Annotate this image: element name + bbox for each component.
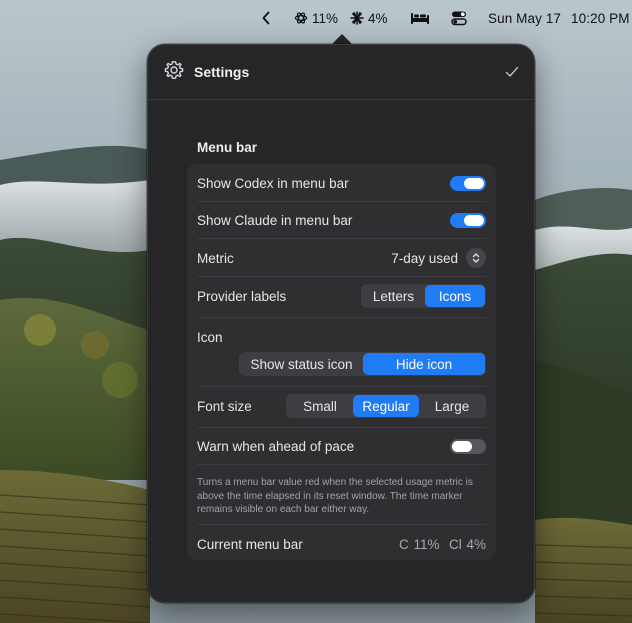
menubar-time: 10:20 PM [571,10,630,26]
icon-segmented-control: Show status icon Hide icon [239,352,486,376]
codex-percent: 11% [312,10,339,26]
popover-title: Settings [194,64,250,80]
row-warn-pace: Warn when ahead of pace [197,434,486,458]
segment-regular[interactable]: Regular [353,395,419,417]
icon-label: Icon [197,329,223,345]
segment-hide-icon[interactable]: Hide icon [363,353,485,375]
settings-popover: Settings Menu bar Show Codex in menu bar… [147,44,535,603]
show-claude-label: Show Claude in menu bar [197,212,353,228]
codex-status-item[interactable]: 11% [294,0,338,36]
menubar-date: Sun May 17 [488,10,562,26]
menu-bar-settings-group: Show Codex in menu bar Show Claude in me… [187,164,496,560]
segment-icons[interactable]: Icons [425,285,485,307]
provider-labels-segmented-control: Letters Icons [361,284,486,308]
warn-pace-help-text: Turns a menu bar value red when the sele… [197,477,473,515]
divider [197,427,486,428]
divider [197,317,486,318]
segment-letters[interactable]: Letters [362,285,425,307]
claude-icon [350,11,364,25]
row-metric: Metric 7-day used [197,245,486,271]
divider [197,386,486,387]
segment-show-status-icon[interactable]: Show status icon [240,353,363,375]
font-size-label: Font size [197,398,252,414]
current-menu-bar-label: Current menu bar [197,536,303,552]
menubar-clock[interactable]: Sun May 17 10:20 PM [488,0,630,36]
popover-arrow [332,34,352,44]
bed-icon[interactable] [410,0,430,36]
row-show-claude: Show Claude in menu bar [197,208,486,232]
warn-pace-label: Warn when ahead of pace [197,438,355,454]
codex-icon [294,11,308,25]
show-claude-toggle[interactable] [450,212,486,228]
provider-labels-label: Provider labels [197,288,287,304]
divider [197,524,486,525]
control-center-icon[interactable] [451,0,467,36]
metric-popup-button[interactable]: 7-day used [391,248,486,268]
current-menu-bar-value: C 11% Cl 4% [398,536,486,552]
row-font-size: Font size Small Regular Large [197,393,486,419]
divider [197,238,486,239]
show-codex-toggle[interactable] [450,175,486,191]
row-provider-labels: Provider labels Letters Icons [197,283,486,309]
metric-value: 7-day used [391,250,458,266]
section-title-menu-bar: Menu bar [197,140,258,155]
row-current-menu-bar: Current menu bar C 11% Cl 4% [197,532,486,556]
row-icon-control: Show status icon Hide icon [197,352,486,376]
divider [197,464,486,465]
segment-small[interactable]: Small [287,395,353,417]
menu-bar: 11% 4% Sun May 17 10:20 PM [0,0,632,36]
popover-header: Settings [148,45,534,100]
metric-label: Metric [197,250,234,266]
warn-pace-toggle[interactable] [450,438,486,454]
segment-large[interactable]: Large [419,395,485,417]
chevron-left-icon[interactable] [261,0,271,36]
gear-icon [164,60,184,85]
font-size-segmented-control: Small Regular Large [286,394,486,418]
claude-percent: 4% [368,10,388,26]
divider [197,201,486,202]
row-icon: Icon [197,327,486,347]
up-down-chevron-icon [466,248,486,268]
row-show-codex: Show Codex in menu bar [197,171,486,195]
claude-status-item[interactable]: 4% [350,0,388,36]
done-checkmark-icon[interactable] [504,64,520,80]
show-codex-label: Show Codex in menu bar [197,175,349,191]
divider [197,276,486,277]
